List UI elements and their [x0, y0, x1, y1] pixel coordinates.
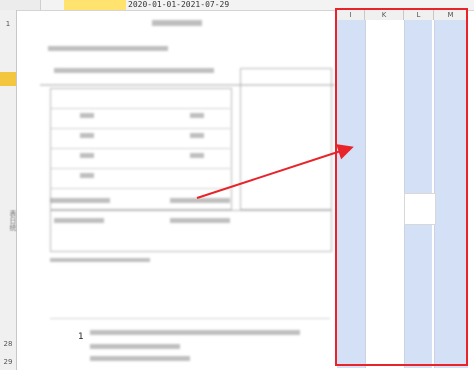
- formula-highlight: [64, 0, 126, 10]
- side-label: 表日统: [9, 210, 17, 231]
- name-box[interactable]: [0, 0, 41, 10]
- selected-row-highlight: [0, 72, 16, 86]
- row-number[interactable]: 28: [0, 340, 16, 348]
- highlight-rectangle: [335, 8, 468, 366]
- footnote-marker: 1: [78, 332, 84, 342]
- row-number[interactable]: 1: [0, 20, 16, 28]
- row-headers: 1 28 29: [0, 10, 17, 370]
- blurred-document: [40, 18, 335, 363]
- spreadsheet-window: 2020-01-01-2021-07-29 1 28 29 I K L M 表日…: [0, 0, 474, 370]
- row-number[interactable]: 29: [0, 358, 16, 366]
- formula-text[interactable]: 2020-01-01-2021-07-29: [128, 0, 229, 10]
